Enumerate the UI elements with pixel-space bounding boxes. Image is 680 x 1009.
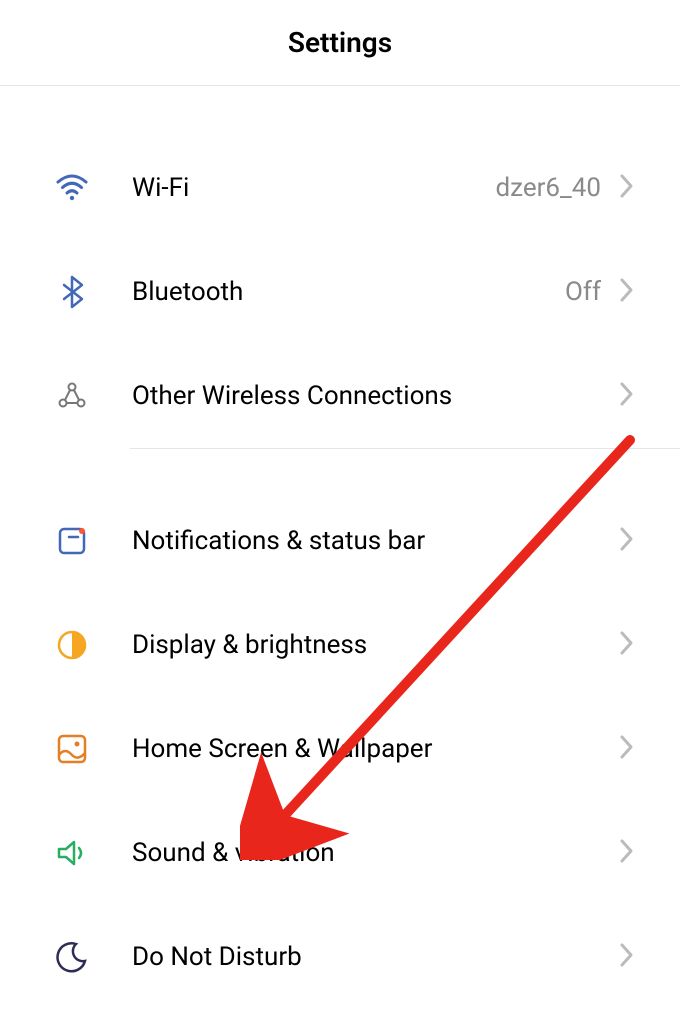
settings-item-label: Wi-Fi	[132, 173, 495, 203]
notifications-icon	[50, 519, 94, 563]
settings-item-display[interactable]: Display & brightness	[0, 593, 680, 697]
chevron-right-icon	[619, 630, 635, 660]
chevron-right-icon	[619, 277, 635, 307]
section-gap	[0, 86, 680, 136]
wifi-icon	[50, 166, 94, 210]
moon-icon	[50, 935, 94, 979]
chevron-right-icon	[619, 942, 635, 972]
settings-item-other-wireless[interactable]: Other Wireless Connections	[0, 344, 680, 448]
settings-item-label: Do Not Disturb	[132, 942, 619, 972]
home-wallpaper-icon	[50, 727, 94, 771]
sound-vibration-icon	[50, 831, 94, 875]
display-brightness-icon	[50, 623, 94, 667]
settings-header: Settings	[0, 0, 680, 86]
settings-item-label: Notifications & status bar	[132, 526, 619, 556]
chevron-right-icon	[619, 381, 635, 411]
chevron-right-icon	[619, 838, 635, 868]
settings-item-value: dzer6_40	[495, 173, 601, 203]
settings-item-label: Sound & vibration	[132, 838, 619, 868]
settings-item-value: Off	[565, 277, 601, 307]
settings-item-sound[interactable]: Sound & vibration	[0, 801, 680, 905]
page-title: Settings	[288, 26, 392, 59]
bluetooth-icon	[50, 270, 94, 314]
settings-item-label: Home Screen & Wallpaper	[132, 734, 619, 764]
settings-item-label: Bluetooth	[132, 277, 565, 307]
settings-item-label: Display & brightness	[132, 630, 619, 660]
chevron-right-icon	[619, 526, 635, 556]
settings-item-bluetooth[interactable]: Bluetooth Off	[0, 240, 680, 344]
settings-item-notifications[interactable]: Notifications & status bar	[0, 489, 680, 593]
chevron-right-icon	[619, 173, 635, 203]
other-wireless-icon	[50, 374, 94, 418]
settings-item-wifi[interactable]: Wi-Fi dzer6_40	[0, 136, 680, 240]
chevron-right-icon	[619, 734, 635, 764]
settings-item-home-screen[interactable]: Home Screen & Wallpaper	[0, 697, 680, 801]
settings-item-dnd[interactable]: Do Not Disturb	[0, 905, 680, 1009]
settings-item-label: Other Wireless Connections	[132, 381, 619, 411]
